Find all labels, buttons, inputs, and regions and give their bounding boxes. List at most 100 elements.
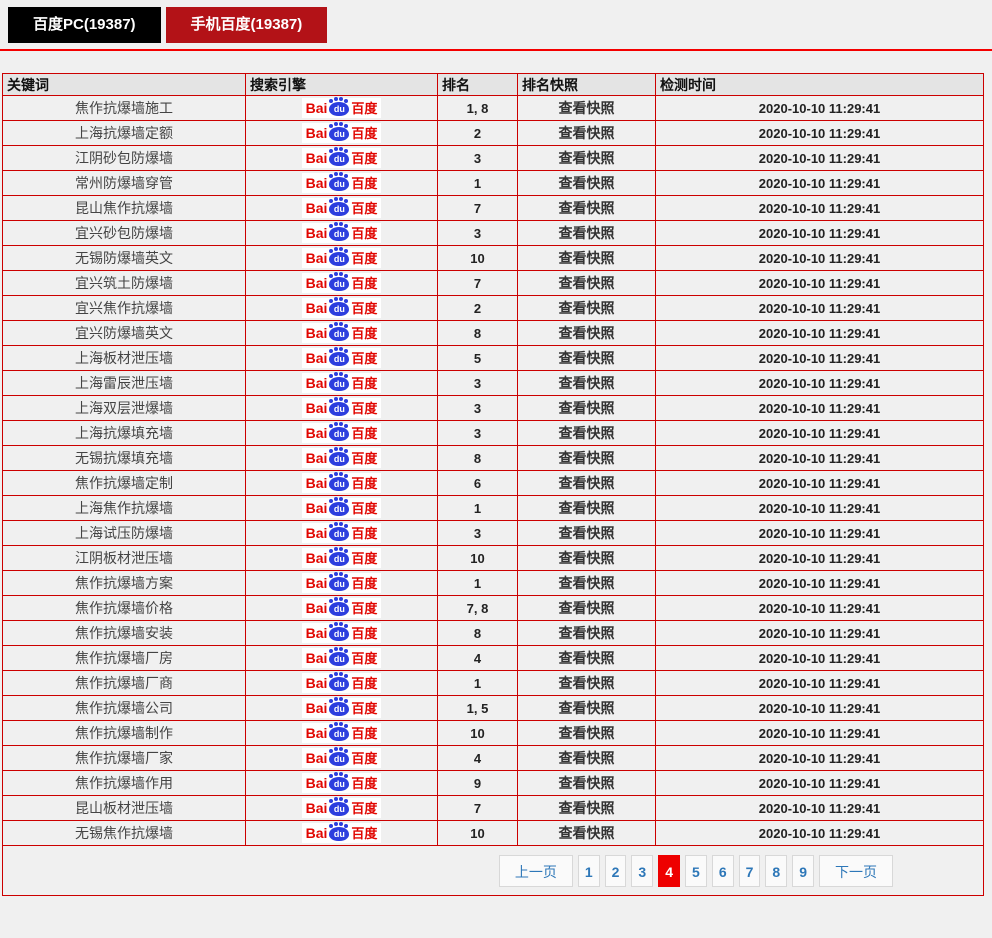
pagination-page-button[interactable]: 9 <box>792 854 814 887</box>
pagination-page-active[interactable]: 4 <box>658 854 681 887</box>
check-time-cell: 2020-10-10 11:29:41 <box>655 470 984 496</box>
pagination-row: 上一页 1 2 3 4 5 6 7 8 9 下一页 <box>2 845 984 896</box>
keyword-cell: 无锡防爆墙英文 <box>2 245 246 271</box>
table-row: 无锡防爆墙英文 Bai du 百度 10 查看快照 2020-10-10 11:29… <box>2 245 984 271</box>
baidu-logo-cn-text: 百度 <box>351 725 378 741</box>
engine-cell: Bai du 百度 <box>245 220 438 246</box>
pagination-prev-button[interactable]: 上一页 <box>498 854 573 887</box>
baidu-logo-cn-text: 百度 <box>351 450 378 466</box>
view-snapshot-link[interactable]: 查看快照 <box>517 470 656 496</box>
check-time-cell: 2020-10-10 11:29:41 <box>655 495 984 521</box>
engine-cell: Bai du 百度 <box>245 195 438 221</box>
keyword-cell: 焦作抗爆墙制作 <box>2 720 246 746</box>
baidu-paw-icon: du <box>329 524 350 541</box>
table-body: 焦作抗爆墙施工 Bai du 百度 1, 8 查看快照 2020-10-10 11:… <box>2 95 984 846</box>
baidu-paw-icon: du <box>329 274 350 291</box>
baidu-paw-icon: du <box>329 474 350 491</box>
engine-cell: Bai du 百度 <box>245 95 438 121</box>
view-snapshot-link[interactable]: 查看快照 <box>517 820 656 846</box>
baidu-logo-bai-text: Bai <box>305 750 328 766</box>
engine-cell: Bai du 百度 <box>245 745 438 771</box>
pagination: 上一页 1 2 3 4 5 6 7 8 9 下一页 <box>4 854 983 887</box>
view-snapshot-link[interactable]: 查看快照 <box>517 295 656 321</box>
baidu-logo-bai-text: Bai <box>305 450 328 466</box>
baidu-paw-icon: du <box>329 399 350 416</box>
baidu-logo: Bai du 百度 <box>301 598 382 618</box>
pagination-page-button[interactable]: 8 <box>765 854 788 887</box>
view-snapshot-link[interactable]: 查看快照 <box>517 720 656 746</box>
view-snapshot-link[interactable]: 查看快照 <box>517 195 656 221</box>
view-snapshot-link[interactable]: 查看快照 <box>517 420 656 446</box>
view-snapshot-link[interactable]: 查看快照 <box>517 120 656 146</box>
baidu-logo-cn-text: 百度 <box>351 125 378 141</box>
table-row: 江阴板材泄压墙 Bai du 百度 10 查看快照 2020-10-10 11:29… <box>2 545 984 571</box>
view-snapshot-link[interactable]: 查看快照 <box>517 245 656 271</box>
view-snapshot-link[interactable]: 查看快照 <box>517 645 656 671</box>
table-header-row: 关键词 搜索引擎 排名 排名快照 检测时间 <box>2 73 984 96</box>
view-snapshot-link[interactable]: 查看快照 <box>517 95 656 121</box>
check-time-cell: 2020-10-10 11:29:41 <box>655 145 984 171</box>
keyword-cell: 焦作抗爆墙公司 <box>2 695 246 721</box>
view-snapshot-link[interactable]: 查看快照 <box>517 220 656 246</box>
engine-cell: Bai du 百度 <box>245 245 438 271</box>
baidu-logo-bai-text: Bai <box>305 800 328 816</box>
baidu-logo-cn-text: 百度 <box>351 250 378 266</box>
baidu-logo: Bai du 百度 <box>301 698 382 718</box>
table-row: 焦作抗爆墙作用 Bai du 百度 9 查看快照 2020-10-10 11:29:… <box>2 770 984 796</box>
view-snapshot-link[interactable]: 查看快照 <box>517 695 656 721</box>
view-snapshot-link[interactable]: 查看快照 <box>517 745 656 771</box>
pagination-page-button[interactable]: 7 <box>738 854 761 887</box>
pagination-page-button[interactable]: 5 <box>685 854 707 887</box>
check-time-cell: 2020-10-10 11:29:41 <box>655 395 984 421</box>
pagination-page-button[interactable]: 1 <box>577 854 600 887</box>
view-snapshot-link[interactable]: 查看快照 <box>517 320 656 346</box>
baidu-paw-icon: du <box>329 449 350 466</box>
engine-cell: Bai du 百度 <box>245 795 438 821</box>
view-snapshot-link[interactable]: 查看快照 <box>517 395 656 421</box>
rank-cell: 9 <box>437 770 518 796</box>
pagination-page-button[interactable]: 3 <box>631 854 654 887</box>
view-snapshot-link[interactable]: 查看快照 <box>517 520 656 546</box>
tab-baidu-pc[interactable]: 百度PC(19387) <box>8 7 161 43</box>
view-snapshot-link[interactable]: 查看快照 <box>517 445 656 471</box>
view-snapshot-link[interactable]: 查看快照 <box>517 345 656 371</box>
baidu-paw-icon: du <box>329 249 350 266</box>
view-snapshot-link[interactable]: 查看快照 <box>517 545 656 571</box>
engine-cell: Bai du 百度 <box>245 520 438 546</box>
view-snapshot-link[interactable]: 查看快照 <box>517 170 656 196</box>
engine-cell: Bai du 百度 <box>245 420 438 446</box>
baidu-logo-cn-text: 百度 <box>351 100 378 116</box>
view-snapshot-link[interactable]: 查看快照 <box>517 370 656 396</box>
engine-cell: Bai du 百度 <box>245 145 438 171</box>
keyword-cell: 焦作抗爆墙价格 <box>2 595 246 621</box>
pagination-page-button[interactable]: 6 <box>711 854 734 887</box>
baidu-paw-icon: du <box>329 649 350 666</box>
view-snapshot-link[interactable]: 查看快照 <box>517 145 656 171</box>
view-snapshot-link[interactable]: 查看快照 <box>517 570 656 596</box>
view-snapshot-link[interactable]: 查看快照 <box>517 620 656 646</box>
keyword-cell: 焦作抗爆墙定制 <box>2 470 246 496</box>
rank-cell: 7, 8 <box>437 595 518 621</box>
view-snapshot-link[interactable]: 查看快照 <box>517 270 656 296</box>
baidu-logo: Bai du 百度 <box>301 448 382 468</box>
tab-mobile-baidu[interactable]: 手机百度(19387) <box>165 7 328 43</box>
view-snapshot-link[interactable]: 查看快照 <box>517 595 656 621</box>
table-row: 无锡焦作抗爆墙 Bai du 百度 10 查看快照 2020-10-10 11:29… <box>2 820 984 846</box>
baidu-paw-icon: du <box>329 149 350 166</box>
check-time-cell: 2020-10-10 11:29:41 <box>655 745 984 771</box>
view-snapshot-link[interactable]: 查看快照 <box>517 495 656 521</box>
check-time-cell: 2020-10-10 11:29:41 <box>655 520 984 546</box>
table-row: 焦作抗爆墙施工 Bai du 百度 1, 8 查看快照 2020-10-10 11:… <box>2 95 984 121</box>
view-snapshot-link[interactable]: 查看快照 <box>517 795 656 821</box>
view-snapshot-link[interactable]: 查看快照 <box>517 770 656 796</box>
baidu-logo: Bai du 百度 <box>301 748 382 768</box>
baidu-paw-icon: du <box>329 124 350 141</box>
pagination-page-button[interactable]: 2 <box>604 854 627 887</box>
table-row: 焦作抗爆墙方案 Bai du 百度 1 查看快照 2020-10-10 11:29:… <box>2 570 984 596</box>
keyword-cell: 宜兴砂包防爆墙 <box>2 220 246 246</box>
view-snapshot-link[interactable]: 查看快照 <box>517 670 656 696</box>
pagination-next-button[interactable]: 下一页 <box>819 854 893 887</box>
baidu-logo-bai-text: Bai <box>305 475 328 491</box>
baidu-logo: Bai du 百度 <box>301 198 382 218</box>
check-time-cell: 2020-10-10 11:29:41 <box>655 620 984 646</box>
